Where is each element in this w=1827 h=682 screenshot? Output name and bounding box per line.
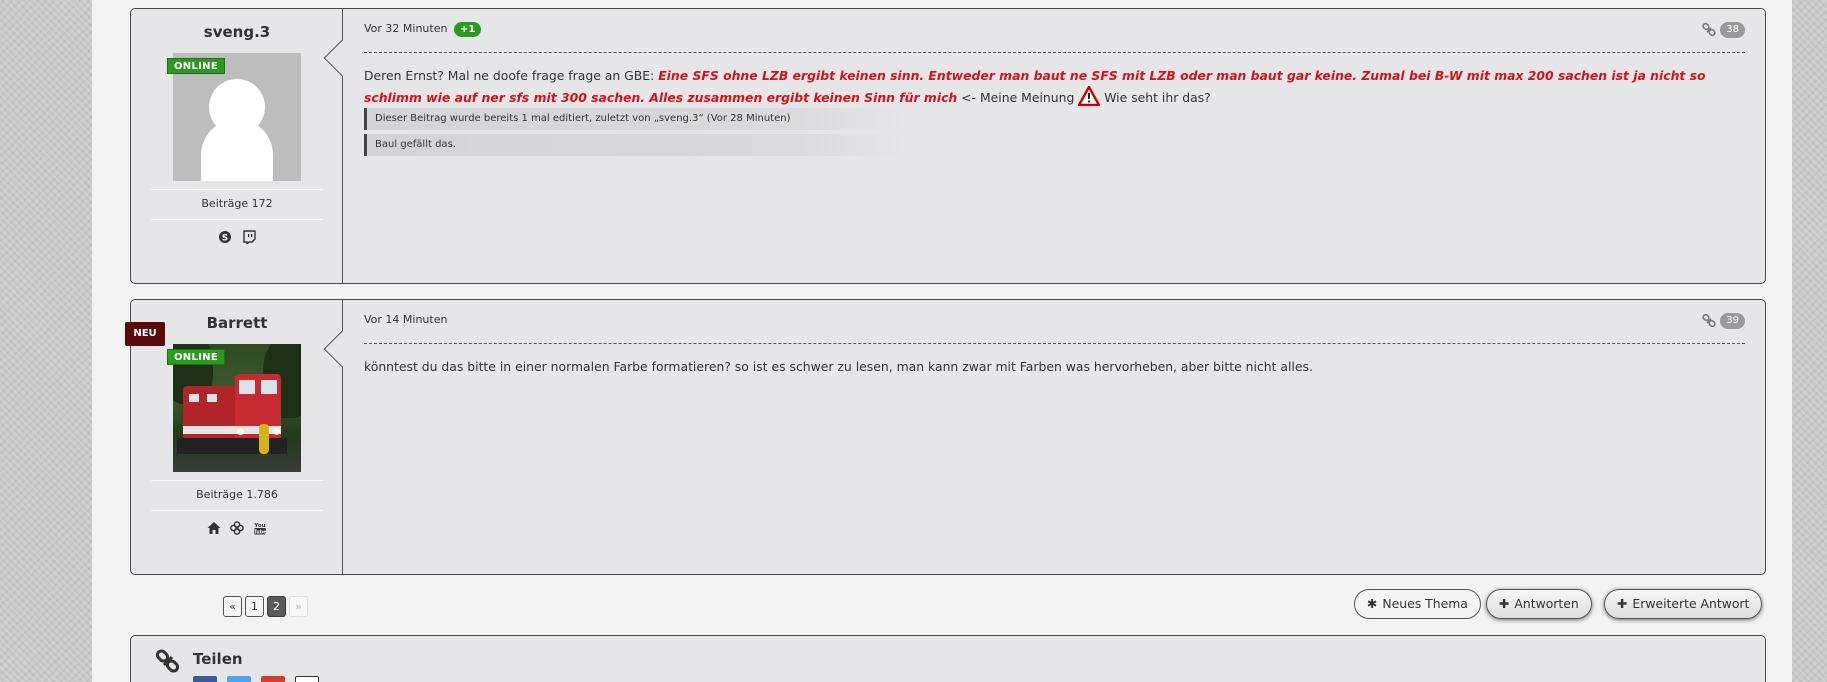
twitch-icon[interactable]	[242, 229, 256, 244]
message-text: Deren Ernst? Mal ne doofe frage frage an…	[364, 68, 659, 83]
permalink-icon[interactable]	[1702, 23, 1716, 37]
username-link[interactable]: sveng.3	[131, 23, 343, 41]
post-count-value: 1.786	[246, 488, 278, 501]
skype-icon[interactable]: S	[218, 230, 232, 244]
contact-icons: You Tube	[131, 517, 343, 536]
post-message: Deren Ernst? Mal ne doofe frage frage an…	[364, 66, 1745, 108]
home-icon[interactable]	[207, 521, 221, 535]
twitter-icon[interactable]	[227, 676, 251, 682]
plus-icon: ✚	[1617, 596, 1628, 611]
post-count: Beiträge 172	[131, 197, 343, 210]
svg-text:S: S	[222, 233, 228, 243]
online-badge: ONLINE	[167, 349, 225, 365]
link-icon	[155, 649, 180, 673]
post-tools: 38	[1702, 22, 1745, 38]
post-message: könntest du das bitte in einer normalen …	[364, 359, 1313, 374]
edit-notice: Dieser Beitrag wurde bereits 1 mal editi…	[364, 108, 904, 130]
pagination: «1 2»	[223, 596, 311, 617]
pagination-next: »	[289, 596, 308, 617]
svg-text:Tube: Tube	[254, 529, 267, 535]
reply-button[interactable]: ✚ Antworten	[1486, 589, 1592, 619]
post-divider	[364, 343, 1745, 344]
post-meta: Vor 14 Minuten	[364, 313, 447, 326]
new-thread-button[interactable]: ✱ Neues Thema	[1354, 589, 1481, 619]
message-text: Wie seht ihr das?	[1100, 90, 1211, 105]
reddit-icon[interactable]	[295, 676, 319, 682]
post-number[interactable]: 38	[1720, 22, 1745, 38]
advanced-reply-label: Erweiterte Antwort	[1632, 596, 1750, 611]
post-time[interactable]: Vor 32 Minuten	[364, 22, 447, 35]
google-plus-icon[interactable]	[261, 676, 285, 682]
post: sveng.3 ONLINE Beiträge 172 S Vor 32 Min…	[130, 8, 1766, 284]
facebook-icon[interactable]	[193, 676, 217, 682]
post-time[interactable]: Vor 14 Minuten	[364, 313, 447, 326]
share-title: Teilen	[193, 650, 243, 668]
new-member-badge: NEU	[125, 322, 165, 346]
pagination-page-1[interactable]: 1	[245, 596, 264, 617]
post-count-value: 172	[251, 197, 273, 210]
post-divider	[364, 52, 1745, 53]
post-tools: 39	[1702, 313, 1745, 329]
new-thread-label: Neues Thema	[1382, 596, 1468, 611]
pagination-current-page: 2	[267, 596, 286, 617]
pagination-first[interactable]: «	[223, 596, 242, 617]
youtube-icon[interactable]: YouTube	[253, 521, 268, 535]
post-count-label: Beiträge	[196, 488, 243, 501]
post-number[interactable]: 39	[1720, 313, 1745, 329]
asterisk-icon: ✱	[1367, 596, 1378, 611]
like-notice: Baul gefällt das.	[364, 134, 904, 156]
share-panel: Teilen	[130, 635, 1766, 682]
post-count-label: Beiträge	[201, 197, 249, 210]
online-badge: ONLINE	[167, 58, 225, 74]
contact-icons: S	[131, 226, 343, 245]
like-badge: +1	[453, 22, 482, 37]
advanced-reply-button[interactable]: ✚ Erweiterte Antwort	[1604, 589, 1763, 619]
user-sidebar: Barrett NEU ONLINE Beiträge 1.786 You Tu…	[125, 300, 343, 574]
page-container: sveng.3 ONLINE Beiträge 172 S Vor 32 Min…	[92, 0, 1792, 682]
post-count: Beiträge 1.786	[131, 488, 343, 501]
plus-icon: ✚	[1499, 596, 1510, 611]
reply-label: Antworten	[1514, 596, 1579, 611]
user-sidebar: sveng.3 ONLINE Beiträge 172 S	[131, 9, 343, 283]
flower-icon[interactable]	[230, 520, 244, 535]
post-meta: Vor 32 Minuten +1	[364, 22, 482, 37]
post: Barrett NEU ONLINE Beiträge 1.786 You Tu…	[125, 299, 1766, 575]
warning-icon	[1078, 86, 1101, 106]
message-text: <- Meine Meinung	[957, 90, 1079, 105]
permalink-icon[interactable]	[1702, 314, 1716, 328]
